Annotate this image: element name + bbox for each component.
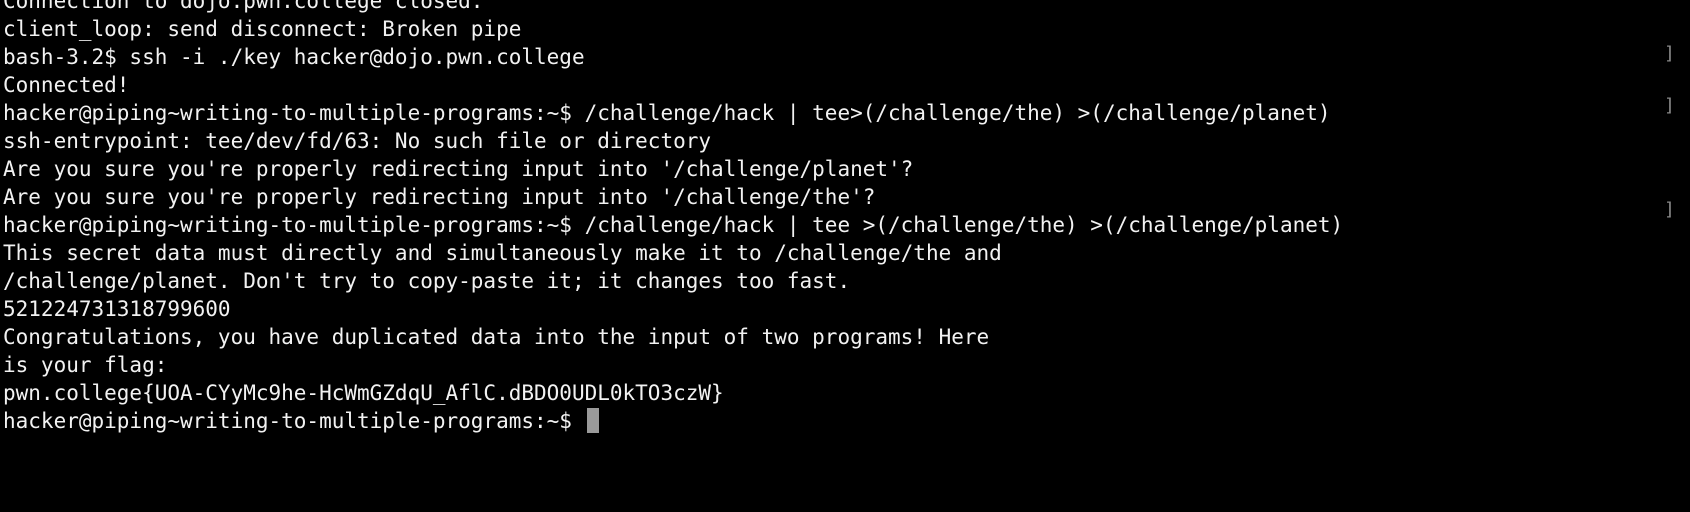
terminal-line: pwn.college{UOA-CYyMc9he-HcWmGZdqU_AflC.…: [3, 381, 724, 405]
terminal-line: 521224731318799600: [3, 297, 231, 321]
terminal-line: hacker@piping~writing-to-multiple-progra…: [3, 213, 1344, 237]
terminal-cursor[interactable]: [586, 408, 599, 433]
terminal-line: is your flag:: [3, 353, 168, 377]
terminal-prompt-line[interactable]: hacker@piping~writing-to-multiple-progra…: [3, 407, 1673, 435]
terminal-line: /challenge/planet. Don't try to copy-pas…: [3, 269, 851, 293]
terminal-line: This secret data must directly and simul…: [3, 241, 1002, 265]
command-mark: ]: [1664, 43, 1675, 64]
terminal-line: ssh-entrypoint: tee/dev/fd/63: No such f…: [3, 129, 712, 153]
terminal-line: Connection to dojo.pwn.college closed.: [3, 0, 484, 13]
terminal-prompt: hacker@piping~writing-to-multiple-progra…: [3, 409, 585, 433]
terminal-line: bash-3.2$ ssh -i ./key hacker@dojo.pwn.c…: [3, 45, 585, 69]
terminal-line: Congratulations, you have duplicated dat…: [3, 325, 990, 349]
command-mark: ]: [1664, 95, 1675, 116]
terminal-line: hacker@piping~writing-to-multiple-progra…: [3, 101, 1331, 125]
terminal-line: Connected!: [3, 73, 130, 97]
terminal-line: Are you sure you're properly redirecting…: [3, 157, 914, 181]
terminal-line: client_loop: send disconnect: Broken pip…: [3, 17, 522, 41]
command-mark: ]: [1664, 199, 1675, 220]
terminal-line: Are you sure you're properly redirecting…: [3, 185, 876, 209]
terminal-window[interactable]: Connection to dojo.pwn.college closed. c…: [3, 0, 1673, 435]
